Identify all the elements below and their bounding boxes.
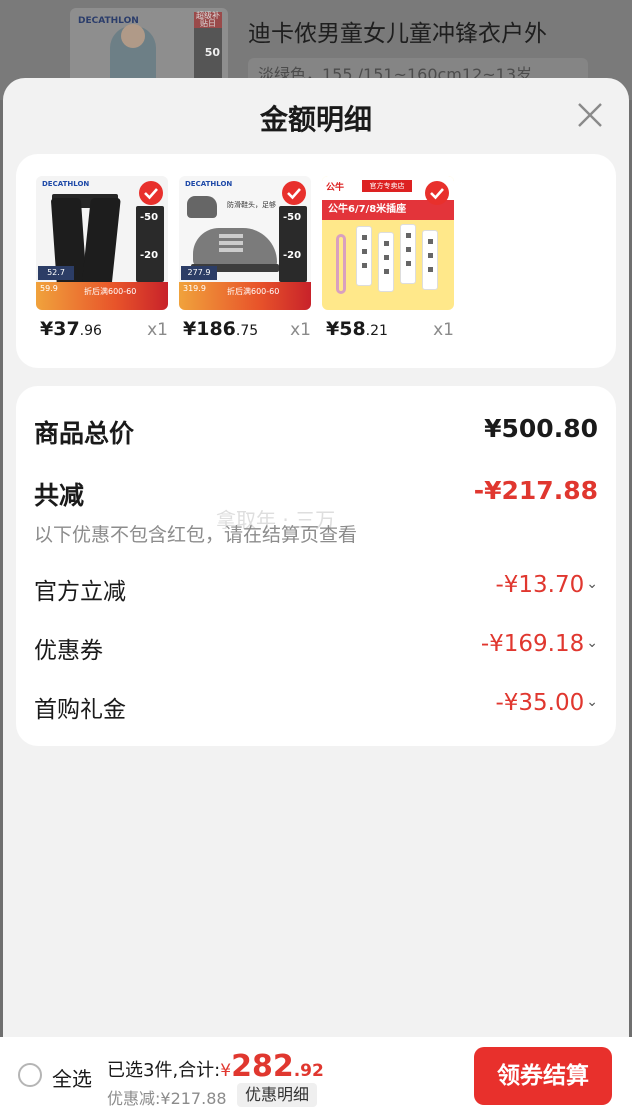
product-quantity: x1 <box>290 320 311 340</box>
checked-icon[interactable] <box>138 180 164 206</box>
checkout-bar: 全选 已选3件,合计:¥282.92 优惠减:¥217.88 优惠明细 领券结算 <box>0 1037 632 1111</box>
price-detail-sheet: 金额明细 DECATHLON -50 -20 52.7 59.9 折后满600- <box>3 78 629 1111</box>
product-price: ¥58.21 <box>326 318 388 340</box>
chevron-down-icon: ⌄ <box>586 635 598 651</box>
discount-value: -¥13.70 ⌄ <box>495 572 598 598</box>
select-all-radio[interactable] <box>18 1063 42 1087</box>
checked-icon[interactable] <box>424 180 450 206</box>
total-reduction-label: 共减 <box>34 481 85 510</box>
discount-label: 优惠券 <box>34 638 103 664</box>
saved-amount: 优惠减:¥217.88 <box>107 1089 227 1108</box>
discount-note: 以下优惠不包含红包，请在结算页查看 <box>34 524 358 546</box>
checked-icon[interactable] <box>281 180 307 206</box>
discount-label: 首购礼金 <box>34 697 126 723</box>
chevron-down-icon: ⌄ <box>586 694 598 710</box>
product-item[interactable]: DECATHLON -50 -20 52.7 59.9 折后满600-60 ¥3… <box>36 176 168 346</box>
sheet-title: 金额明细 <box>259 103 372 136</box>
close-button[interactable] <box>573 98 607 132</box>
promo-value: 50 <box>204 46 220 59</box>
checkout-button[interactable]: 领券结算 <box>474 1047 612 1105</box>
discount-value: -¥35.00 ⌄ <box>495 690 598 716</box>
total-amount: 282 <box>231 1049 294 1084</box>
select-all-label[interactable]: 全选 <box>52 1063 92 1092</box>
product-image: DECATHLON -50 -20 52.7 59.9 折后满600-60 <box>36 176 168 310</box>
total-reduction-value: -¥217.88 <box>473 476 598 505</box>
price-breakdown-card: 商品总价 ¥500.80 共减 -¥217.88 拿取年 · 三万 以下优惠不包… <box>16 386 616 746</box>
product-item[interactable]: DECATHLON 防滑鞋头，足够 -50 -20 277.9 319.9 折后… <box>179 176 311 346</box>
order-summary: 已选3件,合计:¥282.92 <box>107 1049 324 1084</box>
total-price-label: 商品总价 <box>34 419 135 448</box>
product-item[interactable]: 公牛 官方专卖店 公牛6/7/8米插座 ¥58.21 x1 <box>322 176 454 346</box>
total-price-value: ¥500.80 <box>484 414 598 443</box>
product-price: ¥186.75 <box>183 318 259 340</box>
background-product-title: 迪卡侬男童女儿童冲锋衣户外 <box>248 21 547 47</box>
product-image: 公牛 官方专卖店 公牛6/7/8米插座 <box>322 176 454 310</box>
selected-products-card: DECATHLON -50 -20 52.7 59.9 折后满600-60 ¥3… <box>16 154 616 368</box>
discount-label: 官方立减 <box>34 579 126 605</box>
product-price: ¥37.96 <box>40 318 102 340</box>
product-quantity: x1 <box>147 320 168 340</box>
discount-detail-button[interactable]: 优惠明细 <box>237 1083 318 1107</box>
discount-value: -¥169.18 ⌄ <box>480 631 598 657</box>
chevron-down-icon: ⌄ <box>586 576 598 592</box>
promo-tag: 超级补贴日 <box>194 11 222 28</box>
product-quantity: x1 <box>433 320 454 340</box>
close-icon <box>578 103 602 127</box>
product-image: DECATHLON 防滑鞋头，足够 -50 -20 277.9 319.9 折后… <box>179 176 311 310</box>
